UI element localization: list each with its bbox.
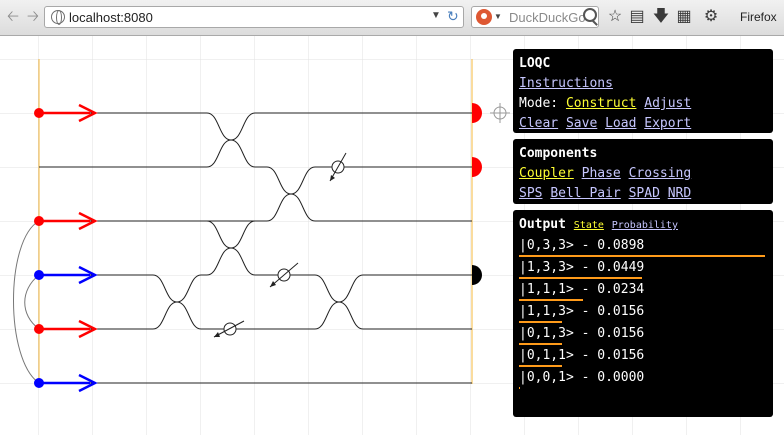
output-row-text: |1,3,3> - 0.0449 (519, 260, 645, 275)
output-row: |1,1,3> - 0.0156 (519, 302, 767, 324)
output-row: |1,1,1> - 0.0234 (519, 280, 767, 302)
output-row: |0,1,3> - 0.0156 (519, 324, 767, 346)
save-link[interactable]: Save (566, 116, 597, 131)
download-icon[interactable]: 🡇 (652, 8, 670, 26)
export-link[interactable]: Export (644, 116, 691, 131)
globe-icon (51, 10, 65, 25)
loqc-panel: LOQC Instructions Mode: Construct Adjust… (513, 49, 773, 133)
url-dropdown-icon[interactable]: ▼ (431, 10, 441, 21)
probability-bar (519, 321, 562, 323)
bookmark-star-icon[interactable]: ☆ (606, 8, 624, 26)
output-row-text: |1,1,3> - 0.0156 (519, 304, 645, 319)
probability-bar (519, 387, 520, 389)
probability-bar (519, 255, 765, 257)
output-row: |0,1,1> - 0.0156 (519, 346, 767, 368)
output-row: |0,0,1> - 0.0000 (519, 368, 767, 390)
url-text[interactable]: localhost:8080 (69, 10, 153, 25)
output-row: |1,3,3> - 0.0449 (519, 258, 767, 280)
output-tab-state[interactable]: State (574, 220, 604, 231)
output-row-text: |0,3,3> - 0.0898 (519, 238, 645, 253)
components-panel: Components Coupler Phase Crossing SPS Be… (513, 139, 773, 204)
component-phase-link[interactable]: Phase (582, 166, 621, 181)
search-bar[interactable]: ▼ DuckDuckGo (471, 6, 599, 28)
component-nrd-link[interactable]: NRD (668, 186, 691, 201)
search-engine-dropdown-icon[interactable]: ▼ (494, 12, 502, 21)
component-spad-link[interactable]: SPAD (629, 186, 660, 201)
output-row-text: |0,0,1> - 0.0000 (519, 370, 645, 385)
mode-adjust-link[interactable]: Adjust (644, 96, 691, 111)
search-icon[interactable] (583, 8, 597, 22)
duckduckgo-icon[interactable] (476, 9, 492, 25)
circuit-canvas[interactable]: LOQC Instructions Mode: Construct Adjust… (0, 36, 784, 435)
load-link[interactable]: Load (605, 116, 636, 131)
components-title: Components (519, 146, 598, 161)
search-input[interactable]: DuckDuckGo (509, 10, 586, 25)
clear-link[interactable]: Clear (519, 116, 558, 131)
output-title: Output (519, 217, 566, 232)
probability-bar (519, 343, 562, 345)
back-arrow-icon[interactable]: 🡠 (5, 9, 21, 25)
reading-list-icon[interactable]: ▤ (628, 8, 646, 26)
mode-construct-link[interactable]: Construct (566, 96, 636, 111)
loqc-title: LOQC (519, 56, 551, 71)
forward-arrow-icon[interactable]: 🡢 (25, 9, 41, 25)
probability-bar (519, 299, 583, 301)
instructions-link[interactable]: Instructions (519, 76, 613, 91)
output-row-text: |0,1,3> - 0.0156 (519, 326, 645, 341)
reload-icon[interactable]: ↻ (447, 8, 459, 25)
output-row-text: |0,1,1> - 0.0156 (519, 348, 645, 363)
output-row: |0,3,3> - 0.0898 (519, 236, 767, 258)
url-bar[interactable]: localhost:8080 ▼ ↻ (44, 6, 464, 28)
apps-grid-icon[interactable]: ▦ (675, 8, 693, 26)
output-row-text: |1,1,1> - 0.0234 (519, 282, 645, 297)
output-panel: Output State Probability |0,3,3> - 0.089… (513, 210, 773, 417)
component-sps-link[interactable]: SPS (519, 186, 542, 201)
probability-bar (519, 365, 562, 367)
component-crossing-link[interactable]: Crossing (629, 166, 692, 181)
browser-toolbar: 🡠 🡢 localhost:8080 ▼ ↻ ▼ DuckDuckGo ☆ ▤ … (0, 0, 784, 36)
probability-bar (519, 277, 642, 279)
output-list: |0,3,3> - 0.0898 |1,3,3> - 0.0449 |1,1,1> … (519, 236, 767, 390)
extension-icon[interactable]: ⚙ (702, 8, 720, 26)
component-coupler-link[interactable]: Coupler (519, 166, 574, 181)
component-bell-pair-link[interactable]: Bell Pair (550, 186, 620, 201)
output-tab-probability[interactable]: Probability (612, 220, 678, 231)
firefox-menu[interactable]: Firefox (740, 10, 777, 24)
mode-label: Mode: (519, 96, 559, 111)
